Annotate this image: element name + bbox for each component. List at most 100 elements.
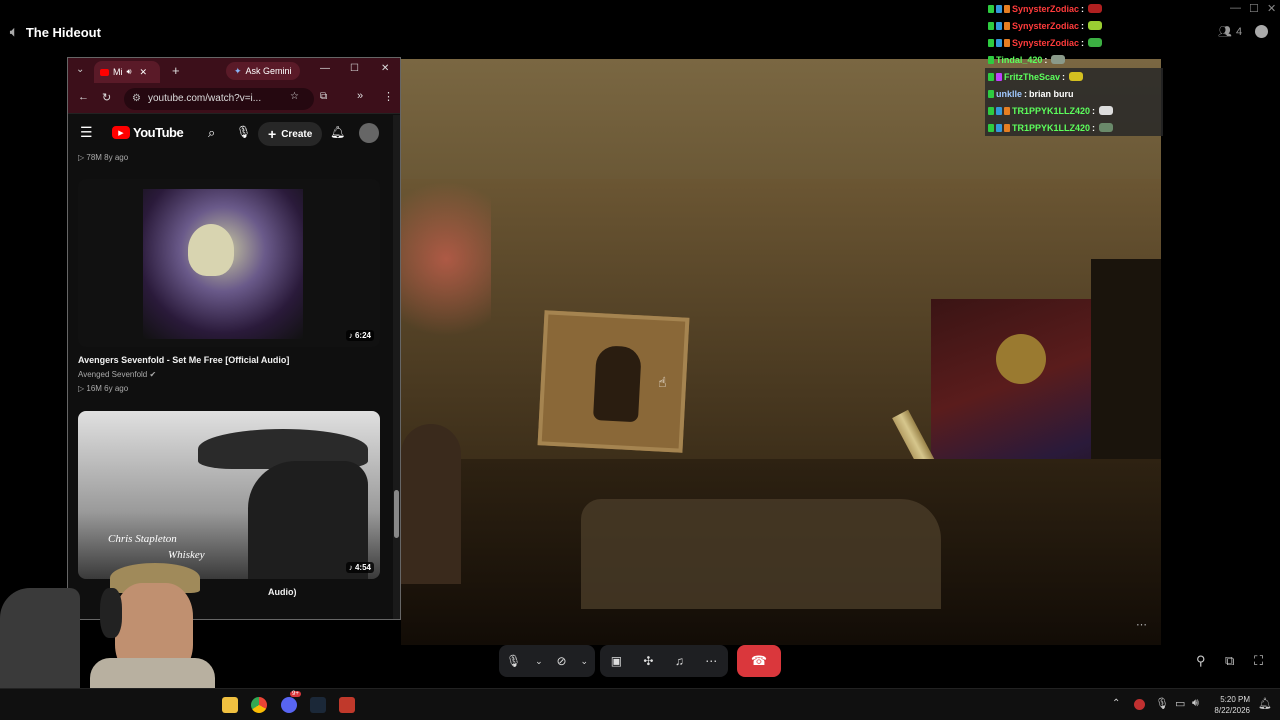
bookmark-star-icon[interactable]: ☆ [290, 91, 299, 102]
tray-overflow-icon[interactable]: ⌃ [1112, 698, 1120, 709]
clock-date: 8/22/2026 [1214, 706, 1250, 715]
windows-taskbar: 9+ ⌃ 🎙︎ ▭ 🔊︎ 5:20 PM 8/22/2026 🔔︎ [0, 688, 1280, 720]
youtube-logo[interactable]: ▶ YouTube [112, 125, 184, 140]
system-clock[interactable]: 5:20 PM 8/22/2026 [1208, 694, 1250, 716]
video-meta: ▷ 16M 6y ago [78, 384, 129, 393]
file-explorer-icon[interactable] [222, 697, 238, 713]
bits-badge-icon [1004, 106, 1010, 115]
browser-close-icon[interactable]: ✕ [381, 63, 389, 74]
video-thumbnail[interactable]: ♪ 6:24 [78, 179, 380, 347]
video-duration: ♪ 6:24 [345, 330, 374, 341]
mod-badge-icon [988, 4, 994, 13]
mod-badge-icon [988, 123, 994, 132]
url-field[interactable]: ⚙︎ youtube.com/watch?v=i... [124, 88, 314, 110]
tab-title: Mi [113, 67, 123, 77]
hamburger-menu-icon[interactable]: ☰ [80, 124, 93, 141]
notifications-bell-icon[interactable]: 🔔︎ [330, 125, 345, 139]
participant-indicator[interactable]: 👥︎ 4 [1218, 25, 1243, 39]
verified-check-icon: ✔︎ [149, 370, 157, 379]
microphone-icon[interactable]: 🎙︎ [236, 125, 251, 139]
more-options-icon[interactable]: ⋯ [705, 654, 717, 668]
emote-icon [1099, 123, 1114, 132]
tab-close-icon[interactable]: ✕ [140, 67, 148, 78]
chat-username: unklle [996, 88, 1023, 99]
network-icon[interactable]: ▭ [1175, 697, 1185, 710]
youtube-favicon-icon [100, 68, 109, 76]
youtube-header: ☰ ▶ YouTube ⌕ 🎙︎ + Create 🔔︎ [68, 114, 394, 154]
create-button[interactable]: + Create [258, 122, 323, 146]
mod-badge-icon [988, 89, 994, 98]
browser-window[interactable]: ⌄ Mi 🔊︎ ✕ + ✦ Ask Gemini — ☐ ✕ ← ↻ ⚙︎ yo… [67, 57, 401, 620]
voicemeeter-icon[interactable] [339, 697, 355, 713]
tray-microphone-icon[interactable]: 🎙︎ [1155, 697, 1169, 710]
steam-icon[interactable] [310, 697, 326, 713]
video-title[interactable]: Audio) [268, 587, 297, 597]
bits-badge-icon [1004, 4, 1010, 13]
browser-minimize-icon[interactable]: — [320, 63, 330, 74]
screen-share-icon[interactable]: ▣ [611, 654, 622, 668]
video-duration: ♪ 4:54 [345, 562, 374, 573]
scrollbar-thumb[interactable] [394, 490, 399, 538]
mic-options-chevron-icon[interactable]: ⌄ [535, 656, 543, 667]
scrollbar[interactable] [393, 115, 400, 619]
create-label: Create [281, 128, 313, 140]
mic-camera-group: 🎙︎ ⌄ ⊘ ⌄ [499, 645, 595, 677]
url-text: youtube.com/watch?v=i... [148, 93, 262, 104]
more-toolbar-icon[interactable]: » [357, 90, 363, 102]
chat-username: SynysterZodiac [1012, 37, 1080, 48]
chat-icon[interactable] [1255, 25, 1268, 38]
chat-message: TR1PPYK1LLZ420: [985, 102, 1163, 119]
chrome-menu-icon[interactable]: ⋮ [383, 90, 394, 103]
camera-off-icon[interactable]: ⊘ [557, 654, 567, 668]
emote-icon [1088, 21, 1103, 30]
video-options-icon[interactable]: ⋯ [1136, 618, 1147, 631]
pin-icon[interactable]: ⚲ [1196, 653, 1206, 669]
maximize-icon[interactable]: ☐ [1249, 2, 1259, 15]
back-icon[interactable]: ← [78, 91, 89, 103]
emote-icon [1069, 72, 1084, 81]
chat-username: TR1PPYK1LLZ420 [1012, 122, 1091, 133]
browser-maximize-icon[interactable]: ☐ [350, 63, 359, 74]
volume-icon[interactable]: 🔊︎ [1192, 697, 1199, 710]
tray-app-icon[interactable] [1134, 699, 1145, 710]
chat-username: TR1PPYK1LLZ420 [1012, 105, 1091, 116]
channel-name-row[interactable]: Avenged Sevenfold ✔︎ [78, 370, 156, 379]
tab-search-icon[interactable]: ⌄ [76, 64, 84, 75]
close-icon[interactable]: ✕ [1267, 2, 1276, 15]
participant-video[interactable]: ☝︎ [401, 59, 1161, 645]
end-call-button[interactable]: ☎︎ [737, 645, 781, 677]
activities-icon[interactable]: ✣ [643, 654, 653, 668]
voice-channel-title: 🔈︎ The Hideout [10, 24, 101, 40]
bits-badge-icon [1004, 38, 1010, 47]
tab-bar: ⌄ Mi 🔊︎ ✕ + ✦ Ask Gemini — ☐ ✕ [68, 58, 400, 84]
minimize-icon[interactable]: — [1230, 2, 1241, 14]
emote-icon [1088, 38, 1103, 47]
new-tab-button[interactable]: + [172, 63, 180, 78]
activity-group: ▣ ✣ ♫ ⋯ [600, 645, 728, 677]
avatar[interactable] [359, 123, 379, 143]
microphone-toggle-icon[interactable]: 🎙︎ [506, 654, 521, 668]
participant-count: 4 [1235, 25, 1243, 38]
active-tab[interactable]: Mi 🔊︎ ✕ [94, 61, 160, 83]
fullscreen-icon[interactable]: ⛶ [1254, 653, 1263, 669]
video-title[interactable]: Avengers Sevenfold - Set Me Free [Offici… [78, 355, 289, 365]
sub-badge-icon [996, 106, 1002, 115]
ask-gemini-button[interactable]: ✦ Ask Gemini [226, 62, 300, 80]
camera-options-chevron-icon[interactable]: ⌄ [580, 656, 588, 667]
chrome-icon[interactable] [251, 697, 267, 713]
notification-bell-icon[interactable]: 🔔︎ [1258, 697, 1272, 710]
youtube-play-logo-icon: ▶ [112, 126, 130, 139]
mod-badge-icon [988, 72, 994, 81]
soundboard-icon[interactable]: ♫ [675, 654, 684, 668]
framed-bear-picture [537, 310, 690, 453]
chat-message: unklle: brian buru [985, 85, 1163, 102]
discord-icon[interactable]: 9+ [281, 691, 301, 713]
reload-icon[interactable]: ↻ [102, 91, 111, 104]
mod-badge-icon [988, 106, 994, 115]
discord-notification-badge: 9+ [290, 691, 301, 697]
site-info-icon[interactable]: ⚙︎ [132, 88, 141, 110]
search-icon[interactable]: ⌕ [208, 125, 215, 141]
people-icon: 👥︎ [1218, 26, 1232, 38]
extensions-icon[interactable]: ⧉ [320, 91, 327, 102]
pop-out-icon[interactable]: ⧉ [1225, 653, 1234, 669]
